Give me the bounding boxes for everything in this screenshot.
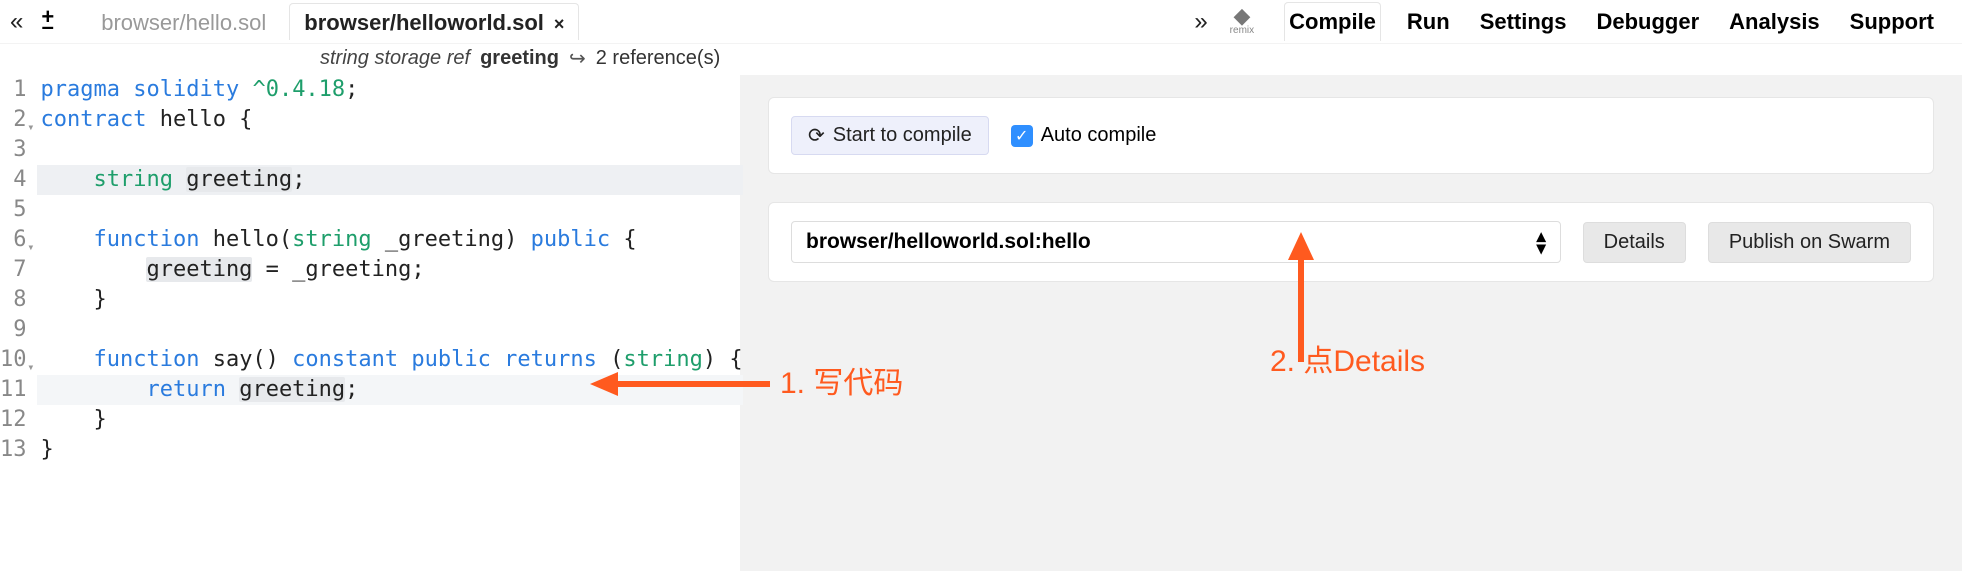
line-number: 10 [0, 345, 27, 375]
line-number: 3 [0, 135, 27, 165]
code-editor[interactable]: 12345678910111213 pragma solidity ^0.4.1… [0, 75, 740, 571]
publish-label: Publish on Swarm [1729, 231, 1890, 254]
code-line[interactable] [37, 195, 743, 225]
remix-logo: ◆ remix [1230, 7, 1254, 36]
panel-tab-debugger[interactable]: Debugger [1592, 3, 1703, 41]
compile-panel: ⟳ Start to compile ✓ Auto compile browse… [740, 75, 1962, 571]
tab-file-1[interactable]: browser/helloworld.sol × [289, 3, 579, 40]
tab-file-0[interactable]: browser/hello.sol [86, 3, 281, 40]
line-gutter: 12345678910111213 [0, 75, 37, 571]
contract-select-value: browser/helloworld.sol:hello [806, 230, 1091, 254]
zoom-controls[interactable]: + – [41, 10, 54, 34]
start-compile-label: Start to compile [833, 124, 972, 147]
code-line[interactable]: string greeting; [37, 165, 743, 195]
top-right-controls: » ◆ remix Compile Run Settings Debugger … [1190, 2, 1962, 41]
line-number: 4 [0, 165, 27, 195]
file-tabs: browser/hello.sol browser/helloworld.sol… [86, 3, 579, 40]
select-caret-icon: ▴▾ [1537, 230, 1546, 254]
line-number: 6 [0, 225, 27, 255]
line-number: 1 [0, 75, 27, 105]
code-line[interactable]: pragma solidity ^0.4.18; [37, 75, 743, 105]
tab-label: browser/hello.sol [101, 10, 266, 36]
top-bar: « + – browser/hello.sol browser/hellowor… [0, 0, 1962, 44]
compile-controls-card: ⟳ Start to compile ✓ Auto compile [768, 97, 1934, 174]
code-line[interactable]: } [37, 285, 743, 315]
panel-tab-support[interactable]: Support [1846, 3, 1938, 41]
symbol-type: string storage ref [320, 47, 470, 70]
line-number: 13 [0, 435, 27, 465]
code-line[interactable]: } [37, 405, 743, 435]
line-number: 8 [0, 285, 27, 315]
symbol-name: greeting [480, 47, 559, 70]
code-line[interactable]: greeting = _greeting; [37, 255, 743, 285]
scroll-tabs-left-icon[interactable]: « [6, 10, 27, 34]
main-split: 12345678910111213 pragma solidity ^0.4.1… [0, 75, 1962, 571]
code-area[interactable]: pragma solidity ^0.4.18;contract hello {… [37, 75, 743, 571]
panel-tab-compile[interactable]: Compile [1284, 2, 1381, 41]
panel-tab-run[interactable]: Run [1403, 3, 1454, 41]
line-number: 7 [0, 255, 27, 285]
publish-swarm-button[interactable]: Publish on Swarm [1708, 222, 1911, 263]
goto-refs-icon[interactable]: ↪ [569, 46, 586, 71]
tab-strip-controls: « + – browser/hello.sol browser/hellowor… [0, 3, 579, 40]
close-tab-icon[interactable]: × [554, 14, 565, 35]
refresh-icon: ⟳ [808, 123, 825, 148]
panel-tab-settings[interactable]: Settings [1476, 3, 1571, 41]
zoom-out-icon[interactable]: – [42, 20, 54, 34]
contract-card: browser/helloworld.sol:hello ▴▾ Details … [768, 202, 1934, 282]
code-line[interactable]: function say() constant public returns (… [37, 345, 743, 375]
remix-logo-text: remix [1230, 25, 1254, 36]
line-number: 2 [0, 105, 27, 135]
tab-label: browser/helloworld.sol [304, 10, 544, 36]
code-line[interactable] [37, 135, 743, 165]
line-number: 12 [0, 405, 27, 435]
panel-tabs: Compile Run Settings Debugger Analysis S… [1272, 2, 1950, 41]
symbol-info-strip: string storage ref greeting ↪ 2 referenc… [320, 44, 1962, 75]
code-line[interactable]: return greeting; [37, 375, 743, 405]
code-line[interactable]: contract hello { [37, 105, 743, 135]
contract-select[interactable]: browser/helloworld.sol:hello ▴▾ [791, 221, 1561, 263]
start-compile-button[interactable]: ⟳ Start to compile [791, 116, 989, 155]
details-button[interactable]: Details [1583, 222, 1686, 263]
ethereum-icon: ◆ [1233, 7, 1250, 25]
auto-compile-label: Auto compile [1041, 124, 1157, 147]
auto-compile-toggle[interactable]: ✓ Auto compile [1011, 124, 1157, 147]
line-number: 5 [0, 195, 27, 225]
line-number: 9 [0, 315, 27, 345]
code-line[interactable]: function hello(string _greeting) public … [37, 225, 743, 255]
checkbox-checked-icon: ✓ [1011, 125, 1033, 147]
code-line[interactable] [37, 315, 743, 345]
details-label: Details [1604, 231, 1665, 254]
panel-tab-analysis[interactable]: Analysis [1725, 3, 1824, 41]
symbol-refs: 2 reference(s) [596, 47, 721, 70]
scroll-tabs-right-icon[interactable]: » [1190, 10, 1211, 34]
code-line[interactable]: } [37, 435, 743, 465]
line-number: 11 [0, 375, 27, 405]
